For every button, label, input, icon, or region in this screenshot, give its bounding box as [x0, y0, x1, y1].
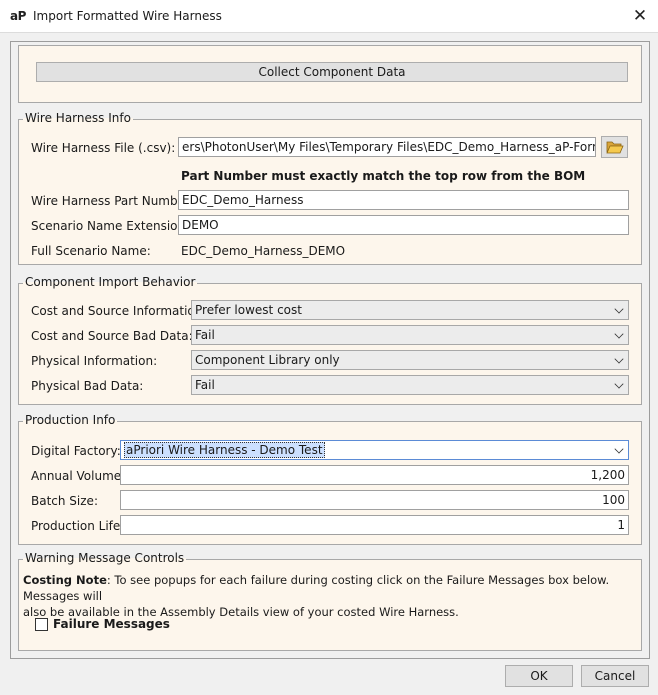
factory-label: Digital Factory:	[31, 444, 121, 458]
title-bar: aP Import Formatted Wire Harness ✕	[0, 0, 658, 32]
production-life-input[interactable]: 1	[120, 515, 629, 535]
close-icon[interactable]: ✕	[628, 5, 652, 27]
cost-source-label: Cost and Source Information:	[31, 304, 207, 318]
digital-factory-select[interactable]: aPriori Wire Harness - Demo Test	[120, 440, 629, 460]
window-title: Import Formatted Wire Harness	[33, 9, 222, 23]
collect-component-data-button[interactable]: Collect Component Data	[36, 62, 628, 82]
physical-value: Component Library only	[195, 353, 340, 367]
physical-bad-data-select[interactable]: Fail	[191, 375, 629, 395]
production-info-legend: Production Info	[23, 413, 118, 427]
part-number-label: Wire Harness Part Number:	[31, 194, 194, 208]
cost-source-select[interactable]: Prefer lowest cost	[191, 300, 629, 320]
annual-volume-input[interactable]: 1,200	[120, 465, 629, 485]
app-logo: aP	[10, 9, 26, 23]
chevron-down-icon	[614, 304, 624, 314]
scenario-extension-input[interactable]: DEMO	[178, 215, 629, 235]
chevron-down-icon	[614, 379, 624, 389]
component-import-group: Component Import Behavior Cost and Sourc…	[18, 275, 642, 405]
physical-label: Physical Information:	[31, 354, 158, 368]
warning-controls-legend: Warning Message Controls	[23, 551, 187, 565]
costing-note: Costing Note: To see popups for each fai…	[23, 572, 639, 620]
ok-button[interactable]: OK	[505, 665, 573, 687]
costing-note-title: Costing Note	[23, 573, 107, 587]
part-number-note: Part Number must exactly match the top r…	[181, 169, 586, 183]
physical-info-select[interactable]: Component Library only	[191, 350, 629, 370]
digital-factory-value: aPriori Wire Harness - Demo Test	[124, 442, 325, 458]
content-panel: Collect Component Data Wire Harness Info…	[10, 41, 650, 659]
costing-note-line1: : To see popups for each failure during …	[23, 573, 610, 603]
cost-source-value: Prefer lowest cost	[195, 303, 302, 317]
production-info-group: Production Info Digital Factory: aPriori…	[18, 413, 642, 545]
collect-section: Collect Component Data	[18, 45, 642, 103]
file-label: Wire Harness File (.csv):	[31, 141, 176, 155]
failure-messages-checkbox[interactable]	[35, 618, 48, 631]
batch-size-label: Batch Size:	[31, 494, 98, 508]
wire-harness-info-group: Wire Harness Info Wire Harness File (.cs…	[18, 111, 642, 265]
scenario-ext-label: Scenario Name Extension:	[31, 219, 190, 233]
chevron-down-icon	[614, 444, 624, 454]
warning-controls-group: Warning Message Controls Costing Note: T…	[18, 551, 642, 651]
production-life-label: Production Life:	[31, 519, 125, 533]
dialog-body: Collect Component Data Wire Harness Info…	[0, 32, 658, 695]
cost-bad-label: Cost and Source Bad Data:	[31, 329, 193, 343]
chevron-down-icon	[614, 354, 624, 364]
physical-bad-label: Physical Bad Data:	[31, 379, 144, 393]
full-scenario-name-value: EDC_Demo_Harness_DEMO	[181, 244, 346, 258]
physical-bad-value: Fail	[195, 378, 215, 392]
cancel-button[interactable]: Cancel	[581, 665, 649, 687]
cost-bad-data-select[interactable]: Fail	[191, 325, 629, 345]
failure-messages-label[interactable]: Failure Messages	[53, 617, 170, 631]
chevron-down-icon	[614, 329, 624, 339]
cost-bad-value: Fail	[195, 328, 215, 342]
browse-button[interactable]	[601, 136, 628, 158]
component-import-legend: Component Import Behavior	[23, 275, 198, 289]
folder-open-icon	[605, 141, 624, 154]
batch-size-input[interactable]: 100	[120, 490, 629, 510]
annual-volume-label: Annual Volume:	[31, 469, 126, 483]
part-number-input[interactable]: EDC_Demo_Harness	[178, 190, 629, 210]
wire-harness-info-legend: Wire Harness Info	[23, 111, 133, 125]
full-name-label: Full Scenario Name:	[31, 244, 151, 258]
wire-harness-file-field[interactable]: ers\PhotonUser\My Files\Temporary Files\…	[178, 137, 596, 157]
